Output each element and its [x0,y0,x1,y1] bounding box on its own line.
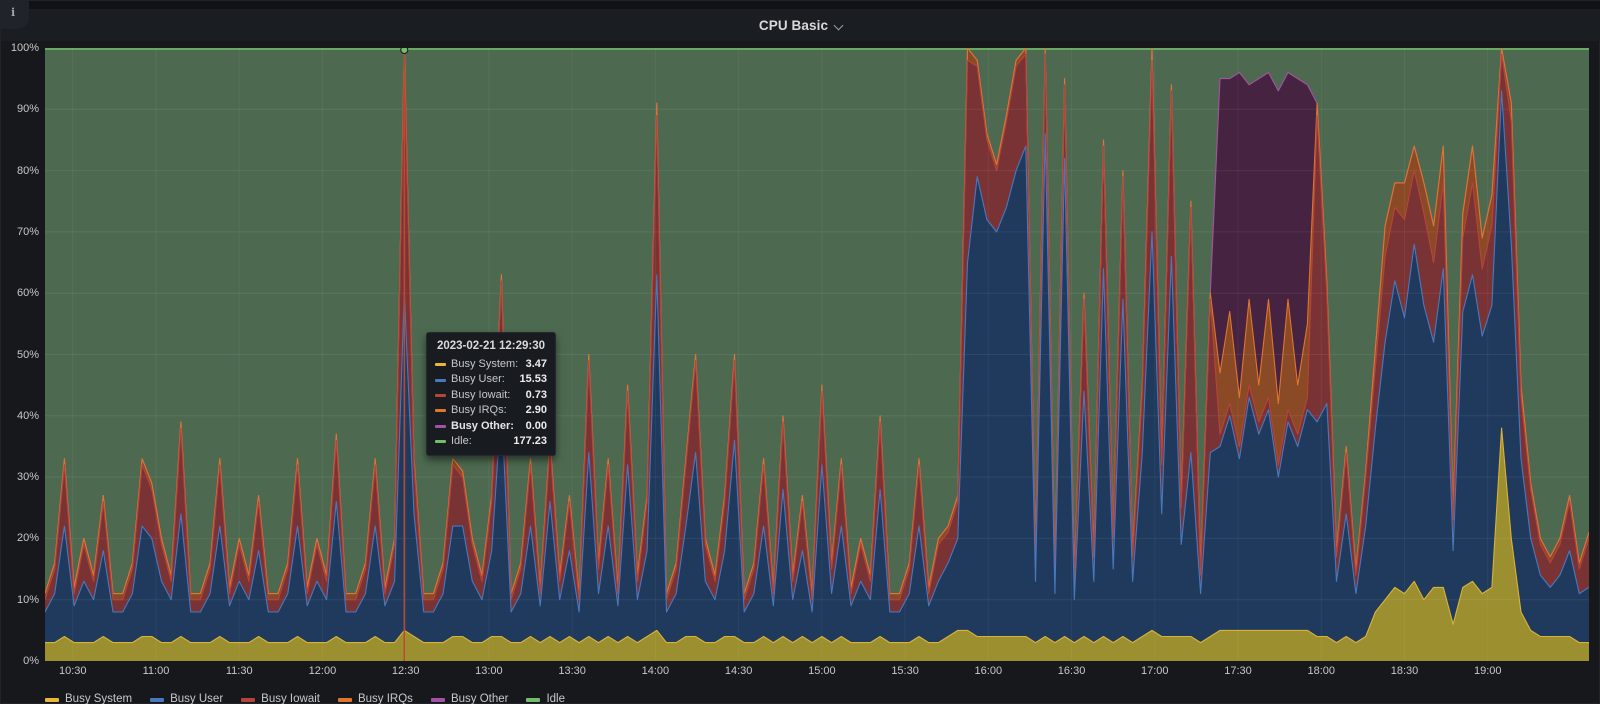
legend-series-dash-icon [45,697,59,702]
legend-series-label: Busy IRQs [357,693,413,704]
panel-title-menu[interactable]: CPU Basic [759,18,843,33]
legend-series-dash-icon [526,697,541,702]
y-axis-label: 80% [16,164,39,177]
y-axis-label: 10% [16,593,39,606]
legend-series-label: Busy User [170,693,224,704]
x-axis-label: 14:30 [724,665,753,677]
legend-series-label: Idle [546,693,566,704]
tooltip-series-value: 3.47 [525,358,547,370]
tooltip-row: Busy Iowait: 0.73 [435,388,547,403]
y-axis-label: 20% [16,532,39,545]
panel-info-corner[interactable]: i [1,1,29,29]
x-axis-label: 16:00 [974,665,1003,677]
tooltip-series-value: 15.53 [519,373,547,386]
info-icon: i [11,6,16,19]
legend-series-dash-icon [430,697,445,702]
page-top-strip [1,1,1600,9]
tooltip-series-dash-icon [435,378,446,382]
tooltip-series-label: Busy User: [451,373,505,386]
y-axis-label: 60% [16,287,39,300]
x-axis-label: 15:30 [891,665,919,677]
tooltip-series-value: 2.90 [525,404,547,417]
x-axis-label: 15:00 [808,665,836,677]
x-axis-label: 17:30 [1224,665,1252,677]
legend-series-dash-icon [241,697,256,702]
legend-series-dash-icon [150,697,165,702]
x-axis-label: 17:00 [1141,665,1169,677]
y-axis-label: 100% [10,42,39,54]
legend-item[interactable]: Busy User [150,693,223,704]
tooltip-series-label: Busy Iowait: [451,388,511,401]
chevron-down-icon [835,20,843,28]
tooltip-series-dash-icon [435,363,446,367]
tooltip-series-dash-icon [435,409,446,413]
x-axis: 10:30 11:00 11:30 12:00 12:30 13:00 13:30 14:00… [1,665,1600,681]
x-axis-label: 19:00 [1473,665,1502,677]
tooltip-timestamp: 2023-02-21 12:29:30 [436,340,546,352]
tooltip-series-label: Busy System: [451,358,519,370]
tooltip-series-value: 0.00 [525,419,547,432]
x-axis-label: 11:00 [142,665,170,677]
legend-item[interactable]: Busy IRQs [337,693,413,704]
x-axis-label: 13:30 [558,665,586,677]
cpu-chart-plot[interactable] [45,48,1589,661]
y-axis-label: 70% [16,225,39,238]
legend-series-label: Busy Iowait [261,693,320,704]
x-axis-label: 12:00 [308,665,337,677]
tooltip-series-dash-icon [435,394,446,398]
legend-series-label: Busy System [65,693,133,704]
x-axis-label: 16:30 [1057,665,1086,677]
grafana-panel: i CPU Basic 100% 90% 80% 70% 60% 50% 40% 30% 20%… [0,0,1600,704]
legend-item[interactable]: Busy Iowait [241,693,320,704]
tooltip-series-value: 177.23 [513,435,547,448]
legend-series-label: Busy Other [450,693,509,704]
x-axis-label: 11:30 [225,665,253,677]
panel-header: CPU Basic [1,9,1600,41]
legend: Busy System Busy User Busy Iowait Busy IRQs… [45,693,565,704]
legend-series-dash-icon [337,697,352,702]
x-axis-label: 18:30 [1390,665,1419,677]
tooltip-series-label: Idle: [451,435,472,448]
y-axis: 100% 90% 80% 70% 60% 50% 40% 30% 20% 10% 0% [1,42,41,667]
x-axis-label: 18:00 [1307,665,1336,677]
y-axis-label: 50% [16,348,39,361]
hover-point-marker [400,48,409,54]
tooltip-row: Idle: 177.23 [435,434,547,449]
legend-item[interactable]: Busy Other [430,693,509,704]
tooltip-series-dash-icon [435,424,446,428]
tooltip-row: Busy IRQs: 2.90 [435,403,547,418]
tooltip-series-label: Busy IRQs: [451,404,507,417]
legend-item[interactable]: Busy System [45,693,132,704]
tooltip-row: Busy Other: 0.00 [435,419,547,434]
panel-title: CPU Basic [758,17,829,33]
y-axis-label: 30% [16,471,39,484]
legend-item[interactable]: Idle [526,693,565,704]
tooltip-series-label: Busy Other: [451,419,514,432]
tooltip-series-value: 0.73 [525,388,547,401]
tooltip-row: Busy User: 15.53 [435,372,547,387]
tooltip-series-dash-icon [435,440,446,444]
x-axis-label: 10:30 [58,665,87,677]
x-axis-label: 14:00 [641,665,670,677]
x-axis-label: 13:00 [475,665,503,677]
y-axis-label: 90% [16,103,39,116]
x-axis-label: 12:30 [391,665,420,677]
chart-tooltip: 2023-02-21 12:29:30 Busy System: 3.47 Busy… [426,332,556,457]
y-axis-label: 40% [16,409,39,422]
tooltip-row: Busy System: 3.47 [435,357,547,372]
